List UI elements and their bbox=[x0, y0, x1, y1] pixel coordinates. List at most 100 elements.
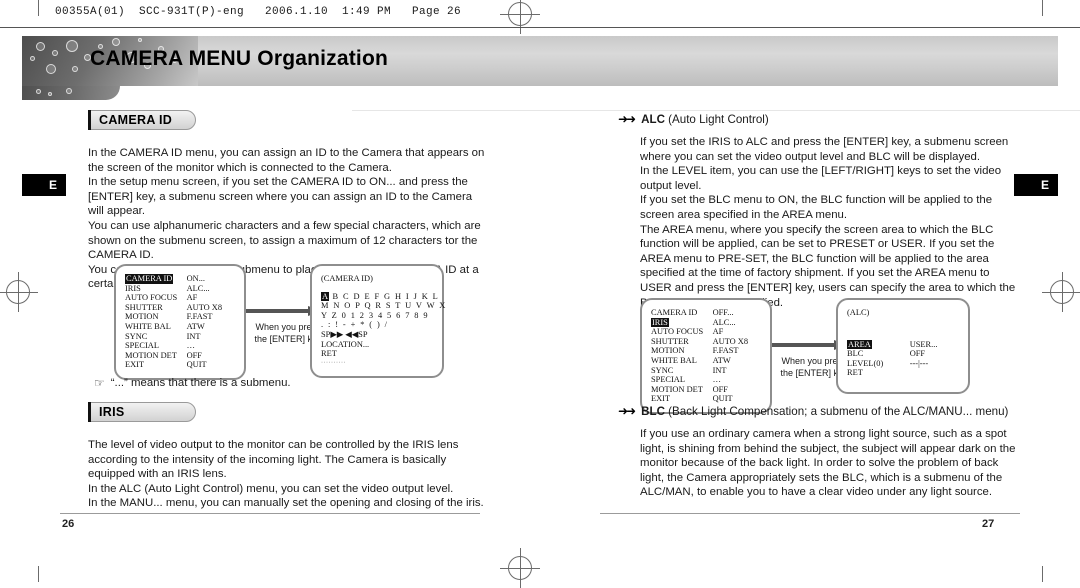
osd-row[interactable]: IRIS ALC... bbox=[125, 284, 235, 294]
osd-row-key: WHITE BAL bbox=[125, 321, 171, 331]
osd-row[interactable]: IRIS ALC... bbox=[651, 317, 761, 328]
osd-row-value: INT bbox=[712, 365, 727, 375]
right-page-column: ➜➜ ALC (Auto Light Control) If you set t… bbox=[618, 112, 1018, 310]
osd-submenu-camera-id: (CAMERA ID) A B C D E F G H I J K LM N O… bbox=[310, 264, 445, 379]
osd-row-value: F.FAST bbox=[186, 312, 213, 322]
osd-row[interactable]: RET bbox=[847, 368, 959, 378]
osd-row-value: QUIT bbox=[712, 394, 733, 404]
osd-row-value: ATW bbox=[186, 321, 205, 331]
osd-row-key: SPECIAL bbox=[125, 341, 159, 351]
osd-row-value: OFF bbox=[186, 350, 202, 360]
osd-row-key: AUTO FOCUS bbox=[125, 293, 178, 303]
osd-row-key: IRIS bbox=[651, 317, 669, 328]
bubble-decor-icon bbox=[48, 92, 52, 96]
osd-row-key: SHUTTER bbox=[651, 336, 689, 346]
osd-sp-row: SP▶▶ ◀◀SP bbox=[321, 329, 368, 339]
osd-row[interactable]: AREA USER... bbox=[847, 339, 959, 350]
blc-paragraph: If you use an ordinary camera when a str… bbox=[640, 428, 1016, 499]
osd-submenu-item[interactable]: LOCATION... bbox=[321, 340, 433, 350]
osd-row[interactable]: CAMERA ID ON... bbox=[125, 274, 235, 284]
osd-row[interactable]: AUTO FOCUS AF bbox=[651, 327, 761, 337]
bubble-decor-icon bbox=[46, 64, 56, 74]
osd-row-key: WHITE BAL bbox=[651, 355, 697, 365]
osd-row-key: EXIT bbox=[651, 394, 671, 404]
blc-section: ➜➜ BLC (Back Light Compensation; a subme… bbox=[618, 404, 1018, 500]
osd-row[interactable]: BLC OFF bbox=[847, 349, 959, 359]
osd-row[interactable]: AUTO FOCUS AF bbox=[125, 293, 235, 303]
osd-row-value: AUTO X8 bbox=[712, 336, 749, 346]
banner-tail-decor bbox=[22, 86, 120, 100]
osd-row-value: INT bbox=[186, 331, 201, 341]
osd-submenu-title: (ALC) bbox=[847, 308, 870, 317]
page-title: CAMERA MENU Organization bbox=[90, 47, 389, 70]
osd-row[interactable]: LEVEL(0) ---|--- bbox=[847, 359, 959, 369]
crop-tick-bottom-right bbox=[1042, 566, 1043, 582]
osd-row-key: LEVEL(0) bbox=[847, 358, 884, 368]
osd-row-value bbox=[910, 368, 959, 378]
osd-row[interactable]: MOTION DET OFF bbox=[651, 385, 761, 395]
osd-row[interactable]: SYNC INT bbox=[651, 366, 761, 376]
footer-rule-left bbox=[60, 513, 480, 514]
blc-heading: ➜➜ BLC (Back Light Compensation; a subme… bbox=[618, 404, 1018, 419]
osd-row-key: SPECIAL bbox=[651, 375, 685, 385]
osd-row[interactable]: WHITE BAL ATW bbox=[651, 356, 761, 366]
osd-row-value: ATW bbox=[712, 355, 731, 365]
osd-row-value: AF bbox=[712, 327, 724, 337]
print-header-text: 00355A(01) SCC-931T(P)-eng 2006.1.10 1:4… bbox=[55, 6, 462, 18]
section-pill-accent bbox=[88, 402, 91, 422]
osd-row-value: F.FAST bbox=[712, 346, 739, 356]
side-tab-left: E bbox=[22, 174, 66, 196]
alc-title-bold: ALC bbox=[641, 113, 665, 126]
osd-character-selected[interactable]: A bbox=[321, 291, 330, 301]
footer-rule-right bbox=[600, 513, 1020, 514]
double-arrow-bullet-icon: ➜➜ bbox=[618, 112, 636, 126]
osd-row[interactable]: CAMERA ID OFF... bbox=[651, 308, 761, 318]
osd-row-key: MOTION DET bbox=[651, 384, 703, 394]
osd-row[interactable]: EXIT QUIT bbox=[125, 360, 235, 370]
osd-row[interactable]: SPECIAL… bbox=[651, 375, 761, 385]
osd-row[interactable]: MOTION DET OFF bbox=[125, 351, 235, 361]
section-pill-label: CAMERA ID bbox=[88, 110, 196, 130]
osd-character-row[interactable]: . : ! - + * ( ) / bbox=[321, 320, 433, 330]
osd-character-row[interactable]: A B C D E F G H I J K L bbox=[321, 291, 438, 302]
print-header-rule bbox=[0, 27, 1080, 28]
osd-submenu-title: (CAMERA ID) bbox=[321, 274, 373, 283]
osd-submenu-alc: (ALC) AREA USER... BLC OFF LEVEL(0) ---|--- RE… bbox=[836, 298, 970, 394]
page-number-left: 26 bbox=[62, 518, 75, 530]
osd-row-key: CAMERA ID bbox=[125, 274, 174, 284]
osd-row-key: EXIT bbox=[125, 360, 145, 370]
alc-heading: ➜➜ ALC (Auto Light Control) bbox=[618, 112, 1018, 127]
osd-row-value: OFF... bbox=[712, 308, 734, 317]
osd-submenu-item[interactable]: RET bbox=[321, 349, 433, 359]
osd-row-key: IRIS bbox=[125, 283, 141, 293]
osd-main-menu-left: CAMERA ID ON... IRIS ALC... AUTO FOCUS AF SHUT… bbox=[114, 264, 246, 380]
osd-row[interactable]: EXIT QUIT bbox=[651, 394, 761, 404]
section-pill-accent bbox=[88, 110, 91, 130]
page-number-right: 27 bbox=[982, 518, 995, 530]
crop-tick-bottom-left bbox=[38, 566, 39, 582]
osd-row[interactable]: SPECIAL … bbox=[125, 341, 235, 351]
osd-character-row[interactable]: M N O P Q R S T U V W X bbox=[321, 301, 445, 311]
osd-row-key: AUTO FOCUS bbox=[651, 327, 704, 337]
osd-row[interactable]: WHITE BAL ATW bbox=[125, 322, 235, 332]
osd-row-key: BLC bbox=[847, 349, 864, 359]
osd-row-key: CAMERA ID bbox=[651, 308, 698, 317]
osd-row-value: ALC... bbox=[712, 317, 736, 327]
bubble-decor-icon bbox=[52, 50, 58, 56]
osd-row-value: … bbox=[186, 341, 195, 351]
osd-row[interactable]: SHUTTER AUTO X8 bbox=[125, 303, 235, 313]
osd-row[interactable]: SHUTTER AUTO X8 bbox=[651, 337, 761, 347]
print-header-bar: 00355A(01) SCC-931T(P)-eng 2006.1.10 1:4… bbox=[0, 0, 1080, 28]
section-heading-camera-id: CAMERA ID bbox=[88, 110, 488, 132]
section-pill-label: IRIS bbox=[88, 402, 196, 422]
osd-row-key: SHUTTER bbox=[125, 302, 163, 312]
title-banner: CAMERA MENU Organization bbox=[22, 36, 1080, 111]
side-tab-right: E bbox=[1014, 174, 1058, 196]
osd-row[interactable]: MOTION F.FAST bbox=[125, 312, 235, 322]
submenu-note-text: “...” means that there is a submenu. bbox=[110, 377, 291, 389]
bubble-decor-icon bbox=[36, 89, 41, 94]
osd-row[interactable]: MOTION F.FAST bbox=[651, 346, 761, 356]
osd-row[interactable]: SYNC INT bbox=[125, 332, 235, 342]
osd-row-key: RET bbox=[847, 368, 863, 378]
osd-character-row[interactable]: Y Z 0 1 2 3 4 5 6 7 8 9 bbox=[321, 311, 433, 321]
